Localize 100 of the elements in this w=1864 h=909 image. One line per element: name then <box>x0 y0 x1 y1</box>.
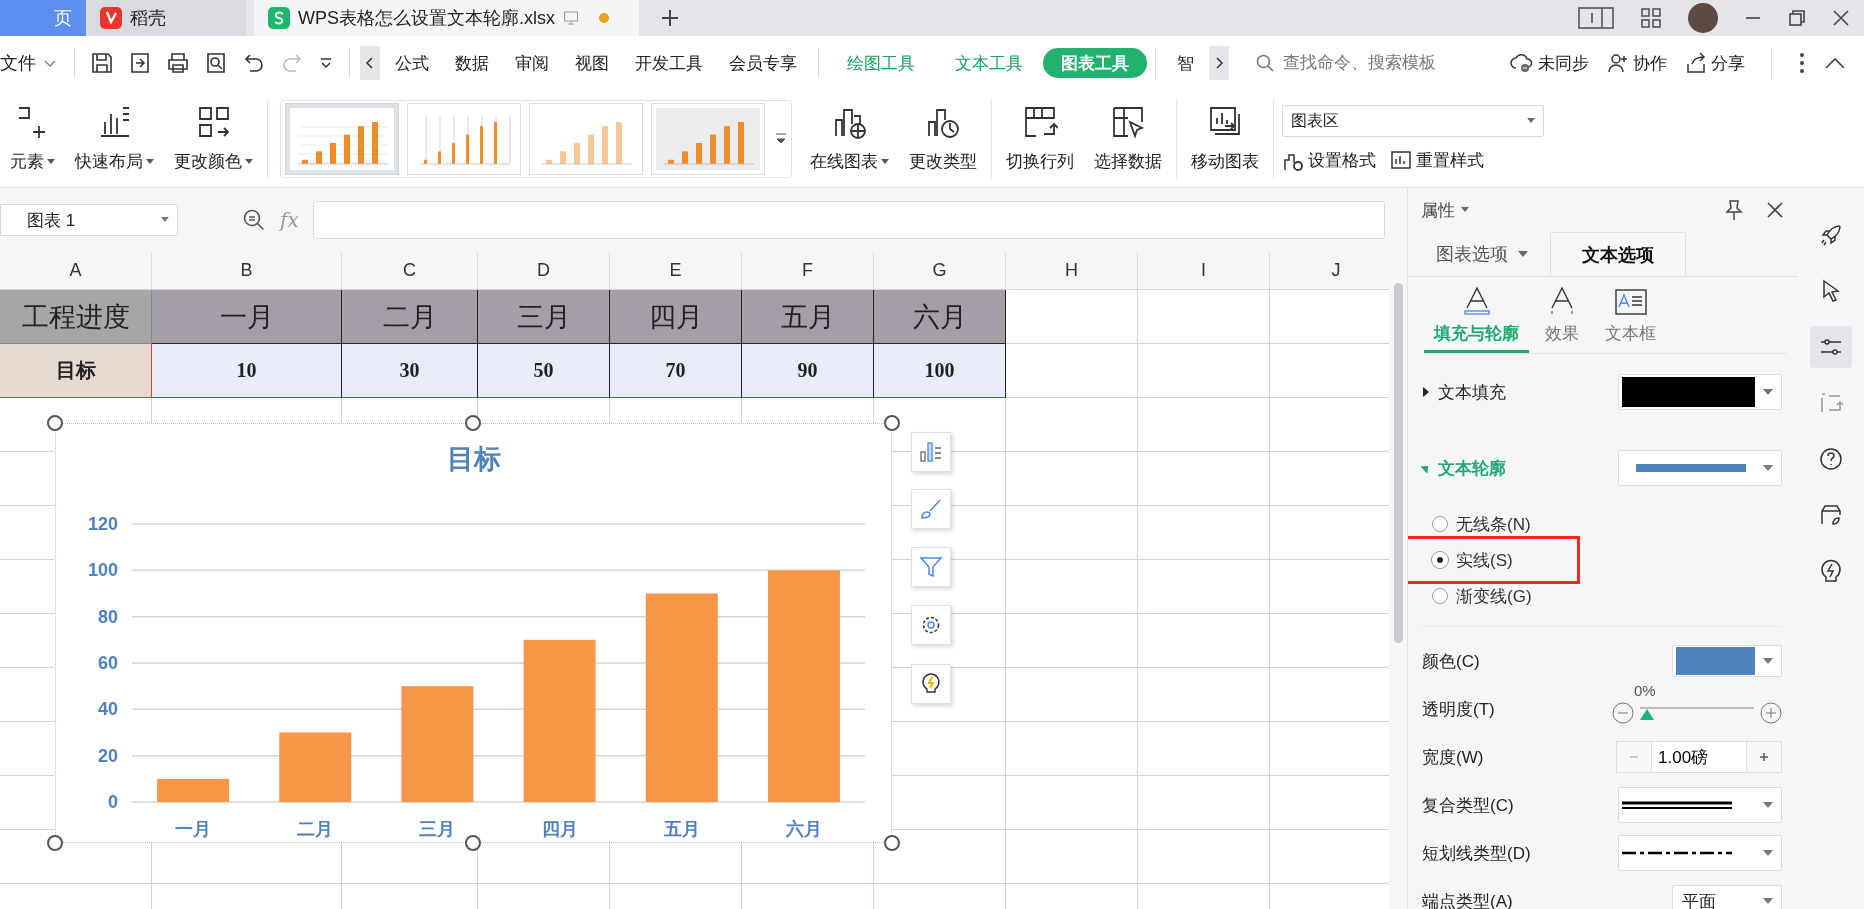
column-header[interactable]: I <box>1138 252 1270 289</box>
axis-label: 二月 <box>297 819 334 839</box>
panel-subtab[interactable]: 文本框 <box>1595 277 1666 353</box>
tablet-mode-icon[interactable] <box>1578 6 1614 30</box>
document-tab[interactable]: WPS表格怎么设置文本轮廓.xlsx <box>254 0 639 36</box>
panel-tab[interactable]: 文本选项 <box>1550 232 1686 276</box>
name-box[interactable]: 图表 1 <box>0 204 178 236</box>
new-tab-icon[interactable] <box>661 9 679 27</box>
ribbon-button[interactable]: 移动图表 <box>1181 104 1269 173</box>
table-cell: 工程进度 <box>0 290 152 344</box>
ribbon-button[interactable]: 元素 <box>0 104 65 173</box>
resize-handle[interactable] <box>47 415 63 431</box>
ribbon-tab[interactable]: 数据 <box>442 48 502 78</box>
column-header[interactable]: G <box>874 252 1006 289</box>
caret-icon[interactable] <box>1461 207 1469 213</box>
ribbon-tab[interactable]: 开发工具 <box>622 48 716 78</box>
save-icon[interactable] <box>90 51 114 75</box>
pin-icon[interactable] <box>1724 199 1744 221</box>
panel-subtab[interactable]: 效果 <box>1535 277 1589 353</box>
panel-tab[interactable]: 图表选项 <box>1414 232 1550 276</box>
resize-handle[interactable] <box>884 415 900 431</box>
table-cell: 50 <box>478 344 610 398</box>
column-header[interactable]: F <box>742 252 874 289</box>
apps-grid-icon[interactable] <box>1640 7 1662 29</box>
document-tab[interactable]: 稻壳 <box>86 0 246 36</box>
ribbon-tab[interactable]: 会员专享 <box>716 48 810 78</box>
cap-type-dropdown[interactable]: 平面 <box>1672 885 1782 909</box>
undo-icon[interactable] <box>242 51 266 75</box>
scroll-right-icon[interactable] <box>1209 46 1229 80</box>
chart-style-thumbnail[interactable] <box>529 102 643 175</box>
chart-filter-button[interactable] <box>911 547 951 587</box>
collapse-ribbon-icon[interactable] <box>1824 56 1846 70</box>
more-icon[interactable] <box>1798 52 1806 74</box>
radio-option[interactable]: 无线条(N) <box>1432 512 1531 536</box>
ribbon-tab[interactable]: 视图 <box>562 48 622 78</box>
dash-type-dropdown[interactable] <box>1618 835 1782 871</box>
sliders-icon[interactable] <box>1810 326 1852 368</box>
export-icon[interactable] <box>128 51 152 75</box>
formula-field[interactable] <box>312 201 1385 239</box>
column-header[interactable]: A <box>0 252 152 289</box>
section-label[interactable]: 文本填充 <box>1438 380 1610 404</box>
gallery-more-icon[interactable] <box>775 131 787 146</box>
zoom-icon[interactable] <box>242 208 266 232</box>
chart-style-thumbnail[interactable] <box>285 102 399 175</box>
scroll-left-icon[interactable] <box>360 46 380 80</box>
chart-elements-button[interactable] <box>911 432 951 472</box>
ribbon-button[interactable]: 更改类型 <box>899 104 987 173</box>
search-field[interactable]: 查找命令、搜索模板 <box>1255 52 1495 74</box>
toolbar-action[interactable]: 未同步 <box>1510 51 1589 75</box>
panel-title[interactable]: 属性 <box>1421 198 1455 222</box>
radio-option[interactable]: 渐变线(G) <box>1432 584 1532 608</box>
compound-type-dropdown[interactable] <box>1618 787 1782 823</box>
chart-idea-button[interactable] <box>911 664 951 704</box>
resize-handle[interactable] <box>884 835 900 851</box>
toolbar-action[interactable]: 分享 <box>1685 51 1745 75</box>
color-dropdown[interactable] <box>1672 645 1782 677</box>
chart-style-button[interactable] <box>911 489 951 529</box>
fill-color-dropdown[interactable] <box>1618 374 1782 410</box>
toolbar-action[interactable]: 协作 <box>1607 51 1667 75</box>
column-header[interactable]: H <box>1006 252 1138 289</box>
column-header[interactable]: B <box>152 252 342 289</box>
letter-fill-icon <box>1462 286 1491 316</box>
radio-option[interactable]: 实线(S) <box>1432 548 1513 572</box>
ribbon-button[interactable]: 在线图表 <box>800 104 899 173</box>
ribbon-button[interactable]: 快速布局 <box>65 104 164 173</box>
chart-element-dropdown[interactable]: 图表区 <box>1282 105 1544 137</box>
chart-style-thumbnail[interactable] <box>651 102 765 175</box>
column-header[interactable]: E <box>610 252 742 289</box>
ribbon-tab[interactable]: 公式 <box>382 48 442 78</box>
close-icon[interactable] <box>1766 201 1784 219</box>
restore-icon[interactable] <box>1788 9 1806 27</box>
user-avatar[interactable] <box>1688 3 1718 33</box>
width-field[interactable]: 1.00磅 <box>1651 742 1747 772</box>
ribbon-button[interactable]: 重置样式 <box>1390 149 1484 172</box>
decrease-icon[interactable] <box>1612 702 1634 724</box>
column-header[interactable]: C <box>342 252 478 289</box>
chart-area[interactable]: 目标 0 20 40 60 80 100 120 一月 二月 三月 四月 五月 六月 <box>55 423 892 843</box>
column-header[interactable]: D <box>478 252 610 289</box>
resize-handle[interactable] <box>465 835 481 851</box>
ribbon-tab[interactable]: 审阅 <box>502 48 562 78</box>
file-menu[interactable]: 文件 <box>0 51 66 75</box>
chart-style-thumbnail[interactable] <box>407 102 521 175</box>
expand-arrow-icon[interactable] <box>1422 387 1430 397</box>
table-cell: 70 <box>610 344 742 398</box>
print-preview-icon[interactable] <box>204 51 228 75</box>
scrollbar-thumb[interactable] <box>1394 283 1403 643</box>
ribbon-button[interactable]: 设置格式 <box>1282 149 1376 172</box>
ribbon-button[interactable]: 更改颜色 <box>164 104 263 173</box>
close-icon[interactable] <box>1832 9 1850 27</box>
outline-style-dropdown[interactable] <box>1618 450 1782 486</box>
increase-icon[interactable] <box>1760 702 1782 724</box>
resize-handle[interactable] <box>47 835 63 851</box>
print-icon[interactable] <box>166 51 190 75</box>
ribbon-tab[interactable]: 智 <box>1164 48 1207 78</box>
ribbon-button[interactable]: 选择数据 <box>1084 104 1172 173</box>
customize-caret-icon[interactable] <box>318 55 334 71</box>
chart-settings-button[interactable] <box>911 605 951 645</box>
ribbon-button[interactable]: 切换行列 <box>996 104 1084 173</box>
slider-thumb[interactable] <box>1640 709 1654 720</box>
resize-handle[interactable] <box>465 415 481 431</box>
